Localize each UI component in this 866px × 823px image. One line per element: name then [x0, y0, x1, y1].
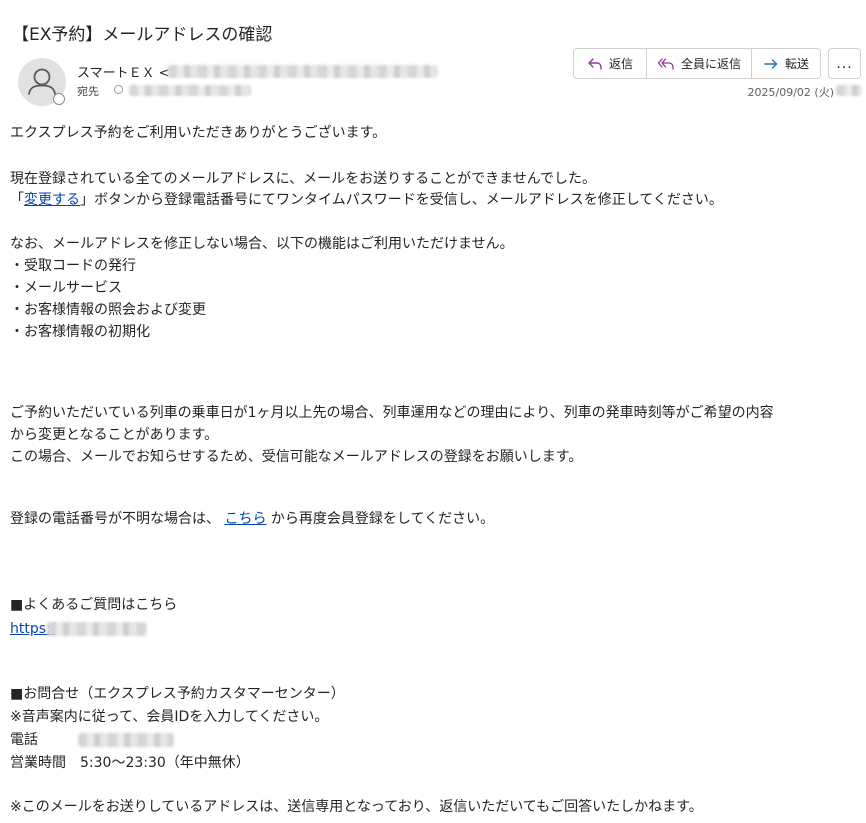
- here-link[interactable]: こちら: [224, 511, 266, 527]
- footer-note: ※このメールをお送りしているアドレスは、送信専用となっており、返信いただいてもご…: [10, 799, 703, 815]
- faq-heading: ■よくあるご質問はこちら: [10, 597, 178, 613]
- list-item: ・受取コードの発行: [10, 258, 136, 274]
- url-redacted[interactable]: [47, 622, 147, 636]
- list-item: ・お客様情報の初期化: [10, 324, 150, 340]
- body-line: なお、メールアドレスを修正しない場合、以下の機能はご利用いただけません。: [10, 236, 514, 252]
- reply-all-icon: [657, 57, 674, 70]
- contact-heading: ■お問合せ（エクスプレス予約カスタマーセンター）: [10, 686, 345, 702]
- presence-status-icon: [53, 93, 65, 105]
- list-item: ・お客様情報の照会および変更: [10, 302, 206, 318]
- forward-button[interactable]: 転送: [752, 49, 820, 78]
- reply-icon: [588, 57, 602, 70]
- body-line-text: 」ボタンから登録電話番号にてワンタイムパスワードを受信し、メールアドレスを修正し…: [80, 192, 723, 208]
- business-hours: 営業時間 5:30～23:30（年中無休）: [10, 755, 250, 771]
- phone-label: 電話: [10, 732, 38, 748]
- body-line-text: から再度会員登録をしてください。: [270, 511, 495, 527]
- body-line: ご予約いただいている列車の乗車日が1ヶ月以上先の場合、列車運用などの理由により、…: [10, 405, 774, 421]
- reply-label: 返信: [608, 57, 633, 71]
- recipient-address-redacted[interactable]: [129, 85, 251, 96]
- email-reading-pane: 【EX予約】メールアドレスの確認 スマートＥＸ < 宛先 返信 全員に返信 転送…: [0, 0, 866, 823]
- list-item: ・メールサービス: [10, 280, 122, 296]
- bracket-open: 「: [10, 192, 24, 208]
- body-line: から変更となることがあります。: [10, 427, 219, 443]
- body-line-text: 登録の電話番号が不明な場合は、: [10, 511, 220, 527]
- reply-button[interactable]: 返信: [574, 49, 647, 78]
- time-redacted: [836, 85, 862, 96]
- forward-label: 転送: [784, 57, 809, 71]
- more-options-button[interactable]: ...: [828, 48, 861, 79]
- body-line: 登録の電話番号が不明な場合は、 こちら から再度会員登録をしてください。: [10, 509, 494, 529]
- reply-all-label: 全員に返信: [680, 57, 741, 71]
- body-line: この場合、メールでお知らせするため、受信可能なメールアドレスの登録をお願いします…: [10, 449, 583, 465]
- sender-name[interactable]: スマートＥＸ <: [77, 62, 170, 81]
- recipient-presence-icon: [114, 85, 123, 94]
- message-action-bar: 返信 全員に返信 転送: [573, 48, 821, 79]
- received-date: 2025/09/02 (火): [747, 86, 834, 99]
- phone-number-redacted: [78, 733, 174, 747]
- reply-all-button[interactable]: 全員に返信: [647, 49, 752, 78]
- greeting: エクスプレス予約をご利用いただきありがとうございます。: [10, 125, 387, 141]
- sender-address-redacted: [168, 65, 438, 78]
- body-line: 現在登録されている全てのメールアドレスに、メールをお送りすることができませんでし…: [10, 171, 597, 187]
- body-line: ※音声案内に従って、会員IDを入力してください。: [10, 709, 329, 725]
- change-link[interactable]: 変更する: [24, 192, 80, 208]
- more-icon: ...: [836, 55, 853, 72]
- email-subject: 【EX予約】メールアドレスの確認: [12, 25, 273, 45]
- forward-arrow-icon: [764, 58, 778, 69]
- to-label: 宛先: [77, 85, 99, 98]
- body-line: 「変更する」ボタンから登録電話番号にてワンタイムパスワードを受信し、メールアドレ…: [10, 190, 723, 210]
